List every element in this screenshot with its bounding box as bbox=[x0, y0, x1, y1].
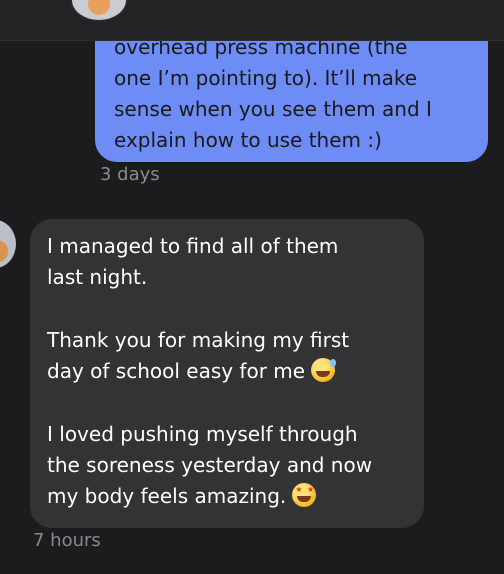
message-line: the soreness yesterday and now bbox=[47, 453, 373, 477]
message-line: my body feels amazing. bbox=[47, 481, 414, 512]
incoming-message-bubble[interactable]: I managed to find all of them last night… bbox=[30, 219, 424, 528]
chat-screen: overhead press machine (the one I’m poin… bbox=[0, 0, 504, 574]
message-line: sense when you see them and I bbox=[114, 97, 432, 121]
message-line: day of school easy for me bbox=[47, 356, 414, 387]
star-struck-emoji-icon bbox=[292, 483, 317, 507]
message-text: day of school easy for me bbox=[47, 359, 306, 383]
message-line: explain how to use them :) bbox=[114, 128, 382, 152]
avatar[interactable] bbox=[70, 0, 128, 22]
avatar[interactable] bbox=[0, 220, 16, 268]
message-line: one I’m pointing to). It’ll make bbox=[114, 66, 418, 90]
message-line: Thank you for making my first bbox=[47, 328, 350, 352]
outgoing-message-bubble[interactable]: overhead press machine (the one I’m poin… bbox=[95, 20, 488, 162]
message-line: last night. bbox=[47, 265, 148, 289]
chat-header bbox=[0, 0, 504, 41]
grinning-sweat-emoji-icon bbox=[311, 358, 337, 382]
message-timestamp: 3 days bbox=[100, 164, 160, 185]
message-line: I loved pushing myself through bbox=[47, 422, 358, 446]
message-line: I managed to find all of them bbox=[47, 234, 339, 258]
message-timestamp: 7 hours bbox=[33, 530, 101, 551]
message-text: my body feels amazing. bbox=[47, 484, 287, 508]
